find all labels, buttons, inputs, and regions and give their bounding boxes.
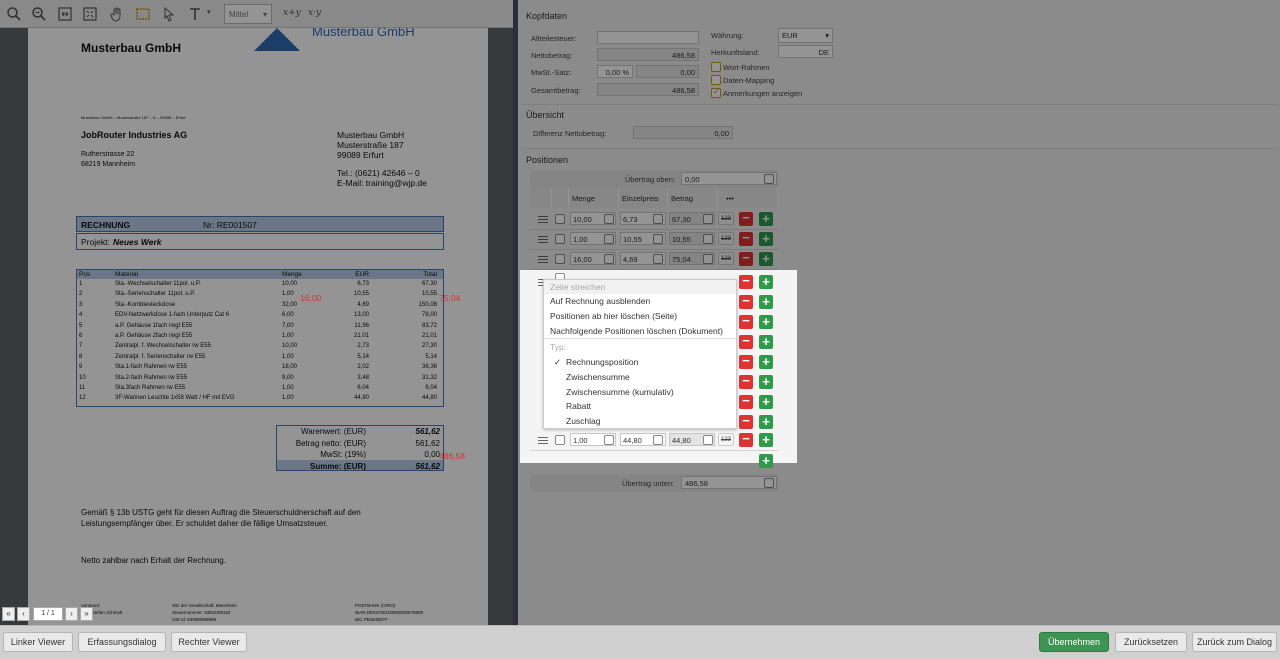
menu-separator [544, 338, 736, 339]
menu-type-rabatt[interactable]: Rabatt [566, 401, 591, 411]
add-row-button[interactable]: + [759, 433, 773, 447]
annotation-marker: 75,04 [439, 293, 461, 303]
einzelpreis-checkbox[interactable] [653, 435, 663, 445]
capture-dialog-button[interactable]: Erfassungsdialog [78, 632, 166, 652]
next-page-button[interactable]: › [65, 607, 78, 621]
remove-row-button[interactable]: − [739, 334, 753, 349]
annotation-marker: 16,00 [300, 293, 322, 303]
add-row-button[interactable]: + [759, 275, 773, 289]
menu-typ-label: Typ: [550, 342, 567, 352]
calc-toggle-button[interactable]: 123 [718, 433, 734, 446]
menu-item-loeschen-dokument[interactable]: Nachfolgende Positionen löschen (Dokumen… [550, 326, 723, 336]
right-viewer-button[interactable]: Rechter Viewer [171, 632, 247, 652]
remove-row-button[interactable]: − [739, 414, 753, 429]
reset-button[interactable]: Zurücksetzen [1115, 632, 1187, 652]
remove-row-button[interactable]: − [739, 294, 753, 309]
annotation-marker: 486,58 [439, 451, 465, 461]
remove-row-button[interactable]: − [739, 354, 753, 369]
page-indicator[interactable]: 1 / 1 [33, 607, 63, 621]
remove-row-button[interactable]: − [739, 394, 753, 409]
page-navigation: « ‹ 1 / 1 › » [2, 607, 93, 622]
add-row-button[interactable]: + [759, 335, 773, 349]
add-row-button[interactable]: + [759, 295, 773, 309]
menu-type-rechnungsposition[interactable]: Rechnungsposition [566, 357, 638, 367]
add-row-button[interactable]: + [759, 395, 773, 409]
prev-page-button[interactable]: ‹ [17, 607, 30, 621]
add-row-button[interactable]: + [759, 375, 773, 389]
remove-row-button[interactable]: − [739, 374, 753, 389]
add-row-button[interactable]: + [759, 355, 773, 369]
add-row-button[interactable]: + [759, 454, 773, 468]
bottom-bar: Linker Viewer Erfassungsdialog Rechter V… [0, 625, 1280, 659]
remove-row-button[interactable]: − [739, 314, 753, 329]
remove-row-button[interactable]: − [739, 432, 753, 447]
row-divider [530, 450, 778, 451]
menu-item-ausblenden[interactable]: Auf Rechnung ausblenden [550, 296, 650, 306]
apply-button[interactable]: Übernehmen [1039, 632, 1109, 652]
menu-item-loeschen-seite[interactable]: Positionen ab hier löschen (Seite) [550, 311, 677, 321]
back-to-dialog-button[interactable]: Zurück zum Dialog [1192, 632, 1277, 652]
context-menu: Zeile streichen Auf Rechnung ausblenden … [543, 279, 737, 429]
menu-item-zeile-streichen[interactable]: Zeile streichen [550, 282, 605, 292]
row-checkbox[interactable] [555, 435, 565, 445]
menu-type-zwischensumme[interactable]: Zwischensumme [566, 372, 630, 382]
menu-type-zwischensumme-kumulativ[interactable]: Zwischensumme (kumulativ) [566, 387, 674, 397]
menge-checkbox[interactable] [604, 435, 614, 445]
betrag-checkbox[interactable] [703, 435, 713, 445]
left-viewer-button[interactable]: Linker Viewer [3, 632, 73, 652]
remove-row-button[interactable]: − [739, 274, 753, 289]
add-row-button[interactable]: + [759, 315, 773, 329]
first-page-button[interactable]: « [2, 607, 15, 621]
drag-handle-icon[interactable] [538, 437, 548, 444]
viewer-overlay [0, 0, 513, 625]
check-icon: ✓ [554, 357, 562, 367]
menu-type-zuschlag[interactable]: Zuschlag [566, 416, 601, 426]
add-row-button[interactable]: + [759, 415, 773, 429]
last-page-button[interactable]: » [80, 607, 93, 621]
